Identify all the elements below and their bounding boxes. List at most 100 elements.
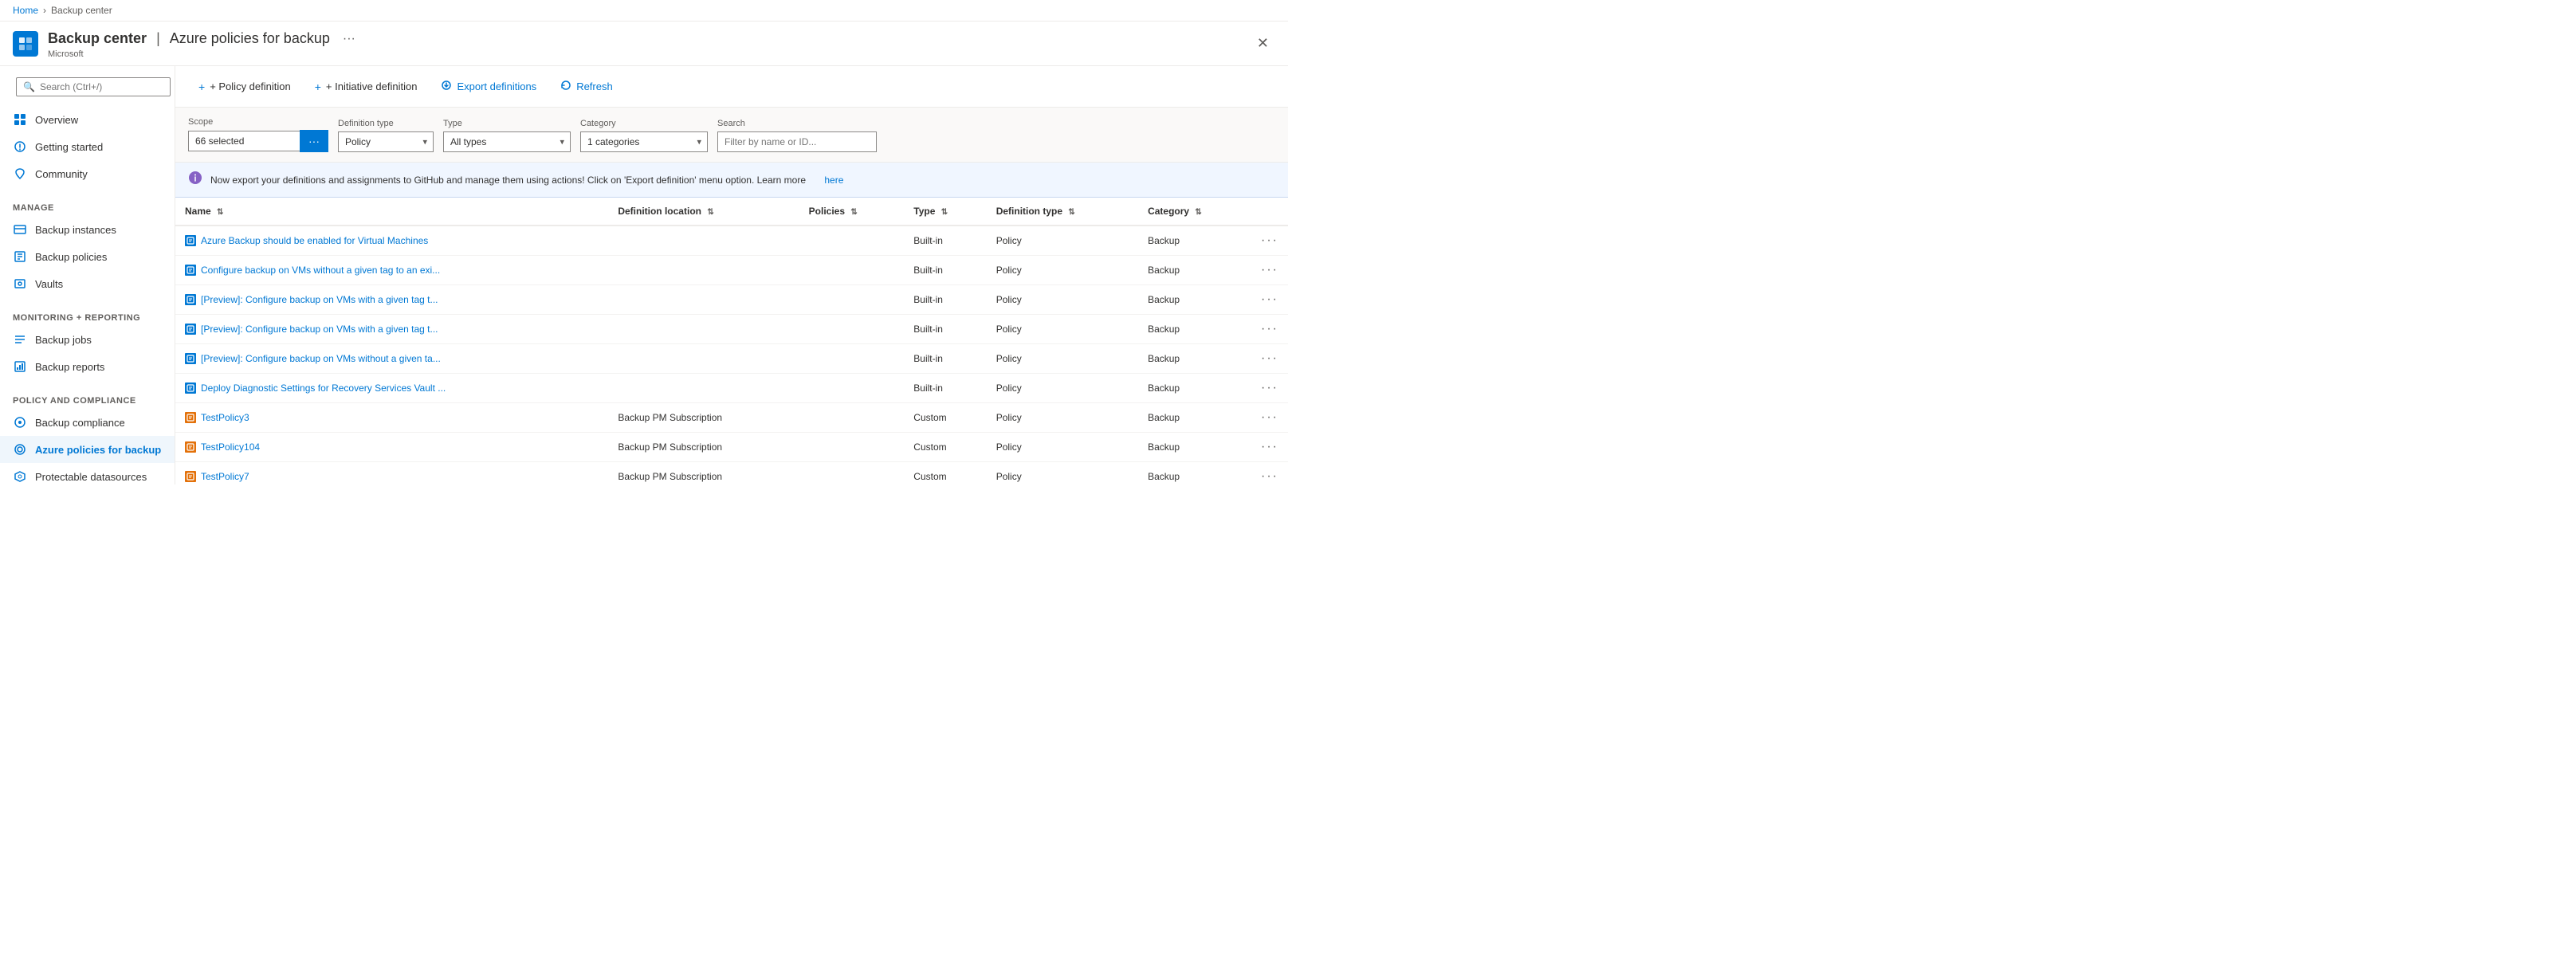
- row-actions-button-5[interactable]: ···: [1261, 381, 1278, 394]
- sidebar: 🔍 « Overview Getting started: [0, 66, 175, 484]
- policy-link-4[interactable]: [Preview]: Configure backup on VMs witho…: [185, 353, 599, 364]
- policy-link-2[interactable]: [Preview]: Configure backup on VMs with …: [185, 294, 599, 305]
- table-row: [Preview]: Configure backup on VMs with …: [175, 285, 1288, 315]
- azure-policies-icon: [13, 442, 27, 457]
- cell-category-8: Backup: [1138, 462, 1251, 485]
- table-row: [Preview]: Configure backup on VMs witho…: [175, 344, 1288, 374]
- scope-label: Scope: [188, 117, 328, 127]
- search-box[interactable]: 🔍: [16, 77, 171, 96]
- policy-link-1[interactable]: Configure backup on VMs without a given …: [185, 265, 599, 276]
- header-ellipsis-button[interactable]: ···: [336, 29, 362, 49]
- policy-link-7[interactable]: TestPolicy104: [185, 441, 599, 453]
- content-area: + + Policy definition + + Initiative def…: [175, 66, 1288, 484]
- export-definitions-label: Export definitions: [457, 80, 536, 92]
- sidebar-item-vaults-label: Vaults: [35, 278, 63, 290]
- filter-definition-type-group: Definition type Policy Initiative: [338, 119, 434, 152]
- row-actions-button-4[interactable]: ···: [1261, 351, 1278, 365]
- row-actions-button-8[interactable]: ···: [1261, 469, 1278, 483]
- filter-search-input[interactable]: [717, 131, 877, 152]
- initiative-definition-label: + Initiative definition: [326, 80, 418, 92]
- vaults-icon: [13, 277, 27, 291]
- definition-type-select[interactable]: Policy Initiative: [338, 131, 434, 152]
- header-subtitle: Microsoft: [48, 49, 362, 59]
- search-input[interactable]: [40, 81, 163, 92]
- cell-name-6: TestPolicy3: [175, 403, 608, 433]
- monitoring-section-label: Monitoring + reporting: [0, 304, 175, 326]
- cell-definition-type-3: Policy: [987, 315, 1138, 344]
- sidebar-item-azure-policies[interactable]: Azure policies for backup: [0, 436, 175, 463]
- col-definition-type-sort[interactable]: ⇅: [1068, 208, 1074, 217]
- col-type-sort[interactable]: ⇅: [941, 208, 948, 217]
- col-category-label: Category: [1148, 206, 1189, 217]
- sidebar-item-backup-instances-label: Backup instances: [35, 224, 116, 236]
- sidebar-item-vaults[interactable]: Vaults: [0, 270, 175, 297]
- policy-link-0[interactable]: Azure Backup should be enabled for Virtu…: [185, 235, 599, 246]
- col-definition-location-sort[interactable]: ⇅: [707, 208, 713, 217]
- policy-link-8[interactable]: TestPolicy7: [185, 471, 599, 482]
- filter-scope-group: Scope ···: [188, 117, 328, 152]
- category-select[interactable]: 1 categories All categories: [580, 131, 708, 152]
- sidebar-item-community[interactable]: Community: [0, 160, 175, 187]
- title-left: Backup center | Azure policies for backu…: [13, 29, 362, 59]
- policy-section-label: Policy and compliance: [0, 386, 175, 409]
- search-label: Search: [717, 119, 877, 128]
- cell-actions-0: ···: [1251, 226, 1288, 256]
- app-icon: [13, 31, 38, 57]
- policy-link-6[interactable]: TestPolicy3: [185, 412, 599, 423]
- sidebar-item-overview[interactable]: Overview: [0, 106, 175, 133]
- sidebar-item-backup-policies[interactable]: Backup policies: [0, 243, 175, 270]
- col-definition-location-label: Definition location: [618, 206, 701, 217]
- col-category-sort[interactable]: ⇅: [1195, 208, 1201, 217]
- export-definitions-button[interactable]: Export definitions: [430, 74, 547, 99]
- sidebar-item-backup-instances[interactable]: Backup instances: [0, 216, 175, 243]
- type-select[interactable]: All types Built-in Custom: [443, 131, 571, 152]
- col-name-sort[interactable]: ⇅: [217, 208, 223, 217]
- breadcrumb-home[interactable]: Home: [13, 5, 38, 16]
- sidebar-item-backup-compliance[interactable]: Backup compliance: [0, 409, 175, 436]
- cell-definition-location-4: [608, 344, 799, 374]
- row-actions-button-3[interactable]: ···: [1261, 322, 1278, 335]
- cell-name-7: TestPolicy104: [175, 433, 608, 462]
- policy-link-3[interactable]: [Preview]: Configure backup on VMs with …: [185, 324, 599, 335]
- cell-definition-type-5: Policy: [987, 374, 1138, 403]
- sidebar-item-protectable-datasources[interactable]: Protectable datasources: [0, 463, 175, 484]
- type-wrapper: All types Built-in Custom: [443, 131, 571, 152]
- cell-definition-type-1: Policy: [987, 256, 1138, 285]
- cell-name-2: [Preview]: Configure backup on VMs with …: [175, 285, 608, 315]
- row-actions-button-1[interactable]: ···: [1261, 263, 1278, 277]
- cell-type-5: Built-in: [904, 374, 986, 403]
- cell-actions-3: ···: [1251, 315, 1288, 344]
- cell-definition-location-1: [608, 256, 799, 285]
- cell-type-7: Custom: [904, 433, 986, 462]
- sidebar-item-azure-policies-label: Azure policies for backup: [35, 444, 161, 456]
- sidebar-item-getting-started[interactable]: Getting started: [0, 133, 175, 160]
- filters-row: Scope ··· Definition type Policy Initiat…: [175, 108, 1288, 163]
- scope-input[interactable]: [188, 131, 300, 151]
- toolbar: + + Policy definition + + Initiative def…: [175, 66, 1288, 108]
- app-name: Backup center: [48, 30, 147, 47]
- cell-category-0: Backup: [1138, 226, 1251, 256]
- policy-definition-button[interactable]: + + Policy definition: [188, 75, 301, 99]
- info-banner-link[interactable]: here: [824, 175, 843, 186]
- filter-search-group: Search: [717, 119, 877, 152]
- definition-type-wrapper: Policy Initiative: [338, 131, 434, 152]
- getting-started-icon: [13, 139, 27, 154]
- row-actions-button-7[interactable]: ···: [1261, 440, 1278, 453]
- initiative-definition-button[interactable]: + + Initiative definition: [304, 75, 428, 99]
- close-button[interactable]: ✕: [1251, 32, 1275, 55]
- row-actions-button-2[interactable]: ···: [1261, 292, 1278, 306]
- policy-definition-label: + Policy definition: [210, 80, 291, 92]
- col-category: Category ⇅: [1138, 198, 1251, 226]
- cell-policies-7: [799, 433, 905, 462]
- policies-table: Name ⇅ Definition location ⇅ Policies ⇅: [175, 198, 1288, 484]
- col-type: Type ⇅: [904, 198, 986, 226]
- cell-policies-1: [799, 256, 905, 285]
- sidebar-item-backup-reports[interactable]: Backup reports: [0, 353, 175, 380]
- sidebar-item-backup-jobs[interactable]: Backup jobs: [0, 326, 175, 353]
- row-actions-button-0[interactable]: ···: [1261, 233, 1278, 247]
- policy-link-5[interactable]: Deploy Diagnostic Settings for Recovery …: [185, 382, 599, 394]
- col-policies-sort[interactable]: ⇅: [850, 208, 857, 217]
- scope-button[interactable]: ···: [300, 130, 328, 152]
- refresh-button[interactable]: Refresh: [550, 74, 623, 99]
- row-actions-button-6[interactable]: ···: [1261, 410, 1278, 424]
